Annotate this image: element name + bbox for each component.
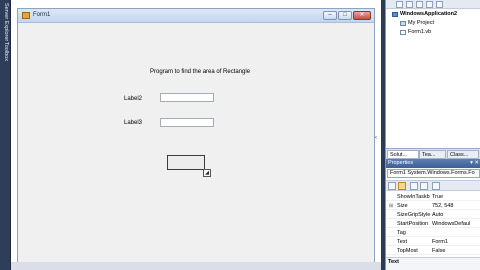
textbox-1[interactable] bbox=[160, 93, 214, 102]
tab-team[interactable]: Tea... bbox=[419, 150, 446, 159]
view-code-icon[interactable] bbox=[426, 1, 433, 8]
property-value[interactable]: Auto bbox=[432, 211, 480, 219]
property-name: SizeGripStyle bbox=[397, 212, 430, 218]
label3[interactable]: Label3 bbox=[124, 120, 142, 126]
form-icon bbox=[22, 12, 30, 19]
folder-icon bbox=[400, 21, 406, 26]
property-name: Text bbox=[397, 239, 408, 245]
solution-explorer: WindowsApplication2 My Project Form1.vb bbox=[385, 0, 480, 150]
smart-tag-icon[interactable]: ◢ bbox=[203, 169, 211, 177]
form-title: Form1 bbox=[33, 12, 51, 18]
server-explorer-tab[interactable]: Server Explorer bbox=[1, 3, 10, 41]
close-button[interactable]: ✕ bbox=[353, 11, 371, 20]
property-value[interactable]: Form1 bbox=[432, 238, 480, 246]
alphabetical-icon[interactable] bbox=[398, 182, 406, 190]
heading-label[interactable]: Program to find the area of Rectangle bbox=[150, 69, 250, 75]
property-value[interactable]: True bbox=[432, 193, 480, 201]
explorer-tabs: Solut... Tea... Class... bbox=[385, 148, 480, 159]
tree-item-form1[interactable]: Form1.vb bbox=[408, 29, 431, 35]
property-pages-icon[interactable] bbox=[432, 182, 440, 190]
designer-scroll-area bbox=[11, 262, 381, 270]
property-row[interactable]: TopMost False bbox=[386, 247, 480, 255]
properties-tool-icon[interactable] bbox=[396, 1, 403, 8]
property-row[interactable]: StartPosition WindowsDefaul bbox=[386, 220, 480, 228]
form-file-icon bbox=[400, 30, 406, 35]
categorized-icon[interactable] bbox=[388, 182, 396, 190]
tree-item-my-project[interactable]: My Project bbox=[408, 20, 434, 26]
properties-window: Properties ▾ ✕ Form1 System.Windows.Form… bbox=[385, 159, 480, 270]
property-name: Tag bbox=[397, 230, 406, 236]
events-icon[interactable] bbox=[420, 182, 428, 190]
view-designer-icon[interactable] bbox=[436, 1, 443, 8]
property-description: Text bbox=[386, 257, 480, 270]
minimize-button[interactable]: – bbox=[323, 11, 337, 20]
property-value[interactable]: False bbox=[432, 247, 480, 255]
form-window[interactable]: Form1 – □ ✕ Program to find the area of … bbox=[17, 8, 375, 262]
selected-button-control[interactable] bbox=[167, 155, 205, 170]
toolbox-tab[interactable]: Toolbox bbox=[1, 42, 10, 61]
tree-item-project[interactable]: WindowsApplication2 bbox=[400, 11, 457, 17]
tab-class[interactable]: Class... bbox=[447, 150, 479, 159]
properties-toolbar bbox=[386, 180, 480, 191]
tab-solution[interactable]: Solut... bbox=[387, 150, 419, 159]
property-name: TopMost bbox=[397, 248, 418, 254]
property-value[interactable]: WindowsDefaul bbox=[432, 220, 480, 228]
show-all-files-icon[interactable] bbox=[406, 1, 413, 8]
property-name: Size bbox=[397, 203, 408, 209]
left-dock-strip: Server Explorer Toolbox bbox=[0, 0, 11, 270]
textbox-2[interactable] bbox=[160, 118, 214, 127]
object-selector[interactable]: Form1 System.Windows.Forms.Fo bbox=[387, 169, 480, 178]
property-row[interactable]: Text Form1 bbox=[386, 238, 480, 246]
form-titlebar: Form1 – □ ✕ bbox=[18, 9, 374, 23]
property-row[interactable]: SizeGripStyle Auto bbox=[386, 211, 480, 219]
property-row[interactable]: Tag bbox=[386, 229, 480, 237]
properties-icon[interactable] bbox=[410, 182, 418, 190]
property-name: ShowInTaskb bbox=[397, 194, 430, 200]
maximize-button[interactable]: □ bbox=[338, 11, 352, 20]
refresh-icon[interactable] bbox=[416, 1, 423, 8]
property-row[interactable]: ⊞ Size 752, 548 bbox=[386, 202, 480, 210]
label2[interactable]: Label2 bbox=[124, 96, 142, 102]
project-icon bbox=[392, 12, 398, 17]
property-name: StartPosition bbox=[397, 221, 429, 227]
property-value[interactable]: 752, 548 bbox=[432, 202, 480, 210]
solution-toolbar bbox=[386, 0, 480, 9]
properties-header: Properties ▾ ✕ bbox=[386, 159, 480, 168]
expand-icon[interactable]: ⊞ bbox=[389, 202, 393, 210]
properties-title: Properties bbox=[388, 160, 414, 166]
properties-header-controls[interactable]: ▾ ✕ bbox=[470, 159, 479, 168]
property-row[interactable]: ShowInTaskb True bbox=[386, 193, 480, 201]
